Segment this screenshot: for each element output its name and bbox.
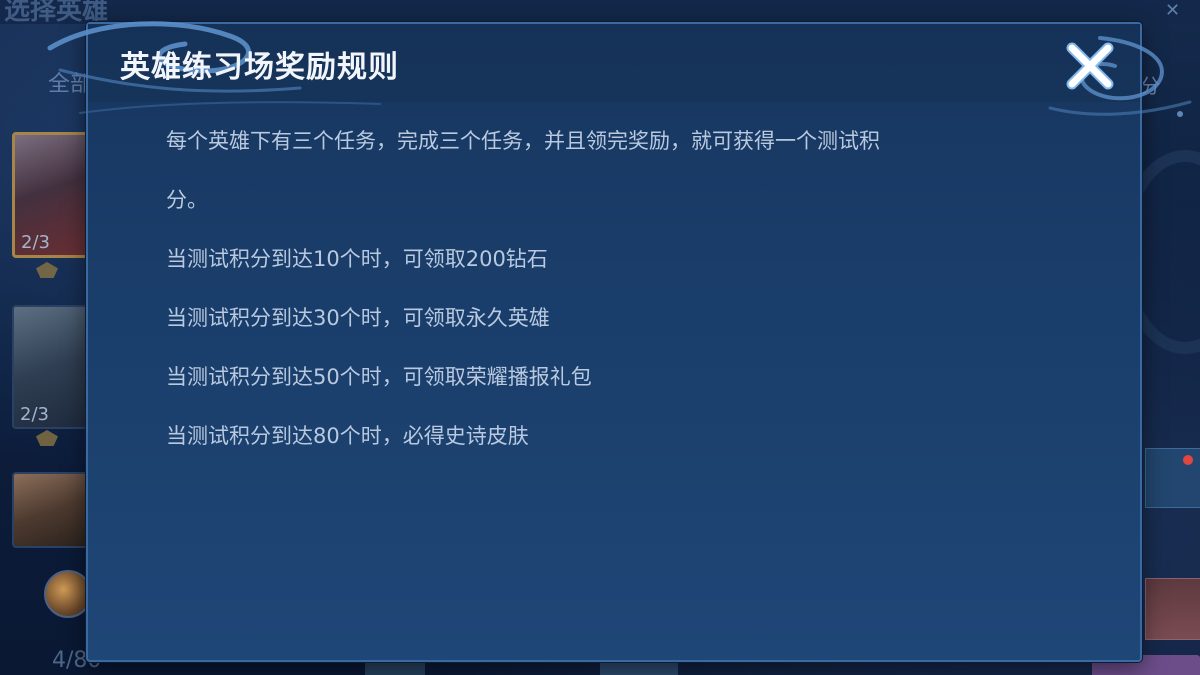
background-side-button (1145, 448, 1200, 508)
hero-card-count: 2/3 (21, 232, 50, 253)
rule-text: 当测试积分到达50个时，可领取荣耀播报礼包 (166, 365, 592, 389)
hero-card-count: 2/3 (20, 404, 49, 425)
hero-card (12, 472, 96, 548)
background-chest-icon (1145, 578, 1200, 640)
background-close-icon: ✕ (1165, 0, 1181, 21)
rule-text: 每个英雄下有三个任务，完成三个任务，并且领完奖励，就可获得一个测试积 (166, 129, 880, 153)
rules-body: 每个英雄下有三个任务，完成三个任务，并且领完奖励，就可获得一个测试积 分。 当测… (166, 112, 1086, 466)
rules-dialog: 英雄练习场奖励规则 每个英雄下有三个任务，完成三个任务，并且领完奖励，就可获得一… (47, 21, 1192, 662)
background-right-label: 分 (1140, 74, 1160, 98)
close-button[interactable] (1062, 38, 1118, 94)
background-coin-icon (44, 570, 92, 618)
dialog-header: 英雄练习场奖励规则 (47, 21, 1192, 117)
close-x-icon (1066, 42, 1114, 90)
rule-text: 分。 (166, 188, 208, 212)
notification-dot-icon (1183, 455, 1193, 465)
dialog-title: 英雄练习场奖励规则 (120, 50, 399, 85)
hero-card: 2/3 (12, 305, 96, 429)
rule-text: 当测试积分到达80个时，必得史诗皮肤 (166, 424, 529, 448)
background-top-bar (0, 0, 1200, 24)
rule-text: 当测试积分到达30个时，可领取永久英雄 (166, 306, 550, 330)
rule-text: 当测试积分到达10个时，可领取200钻石 (166, 247, 548, 271)
